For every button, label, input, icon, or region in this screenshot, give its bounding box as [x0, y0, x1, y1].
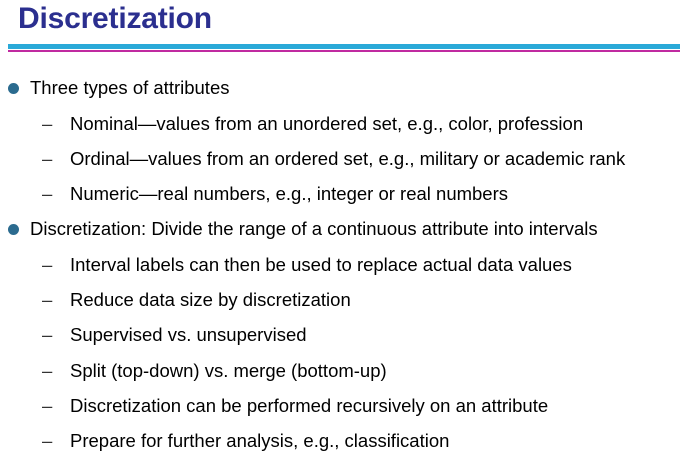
bullet-text: Discretization: Divide the range of a co…	[30, 218, 598, 239]
title-divider-primary	[8, 44, 680, 49]
dash-icon: –	[42, 430, 53, 451]
bullet-text: Three types of attributes	[30, 77, 230, 98]
dash-icon: –	[42, 148, 53, 169]
dash-icon: –	[42, 395, 53, 416]
dash-icon: –	[42, 183, 53, 204]
bullet-dot-icon	[8, 83, 19, 94]
sub-bullet-text: Interval labels can then be used to repl…	[70, 254, 572, 275]
sub-bullet-text: Discretization can be performed recursiv…	[70, 395, 549, 416]
dash-icon: –	[42, 113, 53, 134]
sub-bullet-text: Ordinal—values from an ordered set, e.g.…	[70, 148, 626, 169]
dash-icon: –	[42, 360, 53, 381]
dash-icon: –	[42, 324, 53, 345]
sub-bullet-text: Prepare for further analysis, e.g., clas…	[70, 430, 450, 451]
sub-bullet-text: Reduce data size by discretization	[70, 289, 351, 310]
page-title: Discretization	[18, 2, 212, 35]
dash-icon: –	[42, 254, 53, 275]
sub-bullet-text: Nominal—values from an unordered set, e.…	[70, 113, 584, 134]
sub-bullet-text: Numeric—real numbers, e.g., integer or r…	[70, 183, 509, 204]
dash-icon: –	[42, 289, 53, 310]
title-divider-secondary	[8, 50, 680, 52]
sub-bullet-text: Supervised vs. unsupervised	[70, 324, 307, 345]
sub-bullet-text: Split (top-down) vs. merge (bottom-up)	[70, 360, 387, 381]
bullet-dot-icon	[8, 224, 19, 235]
